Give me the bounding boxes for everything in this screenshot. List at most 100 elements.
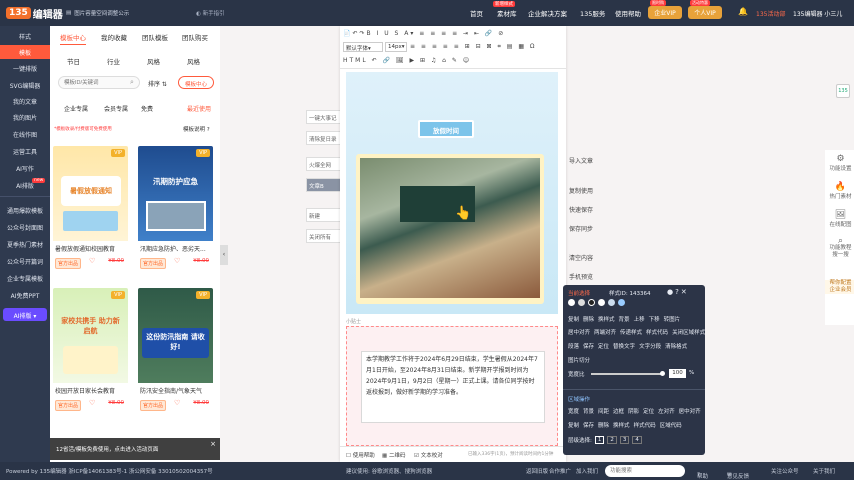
nav-home[interactable]: 首页 (470, 8, 483, 18)
level-2[interactable]: 2 (607, 436, 617, 444)
change-style-action[interactable]: 换样式 (598, 315, 615, 323)
sidebar-item-images[interactable]: 我的图片 (0, 113, 50, 122)
level-3[interactable]: 3 (619, 436, 630, 444)
template-card[interactable]: 这份防汛指南 请收好! VIP 防汛安全指南/气象天气 官方出品 ♡ ¥8.00 (138, 288, 213, 413)
to-image-action[interactable]: 转图片 (664, 315, 681, 323)
sidebar-item-svg[interactable]: SVG编辑器 (0, 81, 50, 90)
nav-materials[interactable]: 素材库 (497, 8, 517, 18)
slider-handle[interactable] (660, 371, 665, 376)
nav-services[interactable]: 135服务 (580, 8, 605, 18)
user-name[interactable]: 135编辑器 小三儿 (793, 9, 842, 18)
move-down-action[interactable]: 下移 (649, 315, 660, 323)
area-copy-action[interactable]: 复制 (568, 421, 579, 429)
area-change-style-action[interactable]: 换样式 (613, 421, 630, 429)
center-align-action[interactable]: 居中对齐 (568, 328, 590, 336)
filter-industry[interactable]: 行业 (107, 56, 120, 66)
template-content-top[interactable]: 放假时间 👆 (346, 72, 558, 314)
sort-button[interactable]: 排序 ⇅ (148, 79, 167, 88)
sidebar-item-hot[interactable]: 通用爆款模板 (0, 206, 50, 215)
area-center-align-action[interactable]: 居中对齐 (679, 407, 701, 415)
app-mini-logo[interactable]: 135 (836, 84, 850, 98)
quick-save-button[interactable]: 快速保存 (566, 201, 610, 217)
area-position-action[interactable]: 定位 (643, 407, 654, 415)
enterprise-vip-button[interactable]: 企业VIP (648, 6, 682, 19)
text-section[interactable]: 本学期教学工作将于2024年6月29日结束，学生暑假从2024年7月1日开始，至… (346, 326, 558, 446)
swatch[interactable] (608, 299, 615, 306)
template-search-input[interactable] (58, 76, 140, 89)
import-article-button[interactable]: 导入文章 (566, 152, 610, 168)
copy-action[interactable]: 复制 (568, 315, 579, 323)
filter-style[interactable]: 风格 (147, 56, 160, 66)
area-left-align-action[interactable]: 左对齐 (658, 407, 675, 415)
save-action[interactable]: 保存 (583, 342, 594, 350)
area-save-action[interactable]: 保存 (583, 421, 594, 429)
tab-template-center[interactable]: 模板中心 (60, 32, 86, 45)
move-up-action[interactable]: 上移 (634, 315, 645, 323)
sidebar-item-ppt[interactable]: AI免费PPT (0, 291, 50, 300)
position-action[interactable]: 定位 (598, 342, 609, 350)
template-card[interactable]: 家校共携手 助力新启航 VIP 校园开放日家长会教育 官方出品 ♡ ¥8.00 (53, 288, 128, 413)
area-shadow-action[interactable]: 阴影 (628, 407, 639, 415)
paragraph-action[interactable]: 段落 (568, 342, 579, 350)
wechat-link[interactable]: 关注公众号 (771, 467, 799, 475)
tutorial-tool[interactable]: ⌕ 功能教程 搜一搜 (825, 237, 854, 259)
image-split-action[interactable]: 图片切分 (568, 356, 590, 364)
sidebar-item-templates[interactable]: 模板 (0, 45, 50, 59)
personal-vip-button[interactable]: 个人VIP (688, 6, 722, 19)
search-icon[interactable]: ⌕ (130, 78, 134, 87)
mobile-preview-button[interactable]: 手机预览 (566, 268, 610, 284)
pass-style-action[interactable]: 传递样式 (620, 328, 642, 336)
area-spacing-action[interactable]: 间距 (598, 407, 609, 415)
heart-icon[interactable]: ♡ (174, 399, 180, 407)
width-input[interactable]: 100 (669, 369, 686, 378)
format-toolbar-row-1[interactable]: 📄↶↷B I U S A▾ ≡ ≡ ≡ ≡ ⇥ ⇤ 🔗 ⊘ (343, 30, 505, 37)
close-area-style-action[interactable]: 关闭区域样式 (672, 328, 705, 336)
sidebar-item-summer[interactable]: 夏季热门素材 (0, 240, 50, 249)
subtab-recent[interactable]: 最近使用 (187, 104, 211, 113)
template-card[interactable]: 汛期防护应急 VIP 汛期应急防护、恶劣天... 官方出品 ♡ ¥8.00 (138, 146, 213, 271)
sidebar-item-ai-write[interactable]: AI写作 (0, 164, 50, 173)
level-1[interactable]: 1 (594, 436, 605, 444)
area-style-code-action[interactable]: 样式代码 (634, 421, 656, 429)
delete-action[interactable]: 删除 (583, 315, 594, 323)
sidebar-item-articles[interactable]: 我的文章 (0, 97, 50, 106)
subtab-free[interactable]: 免费 (141, 104, 153, 113)
nav-help[interactable]: 使用帮助 (615, 8, 641, 18)
style-code-action[interactable]: 样式代码 (646, 328, 668, 336)
back-old-version[interactable]: 返回旧版 (526, 467, 548, 475)
swatch[interactable] (618, 299, 625, 306)
feature-search-input[interactable] (605, 465, 685, 477)
help-link[interactable]: ☐ 使用帮助 (346, 451, 375, 459)
qrcode-link[interactable]: ▦ 二维码 (382, 451, 405, 459)
save-sync-button[interactable]: 保存同步 (566, 220, 610, 236)
swatch[interactable] (578, 299, 585, 306)
swatch[interactable] (588, 299, 595, 306)
tab-favorites[interactable]: 我的收藏 (101, 32, 127, 42)
enterprise-member-tool[interactable]: 帮你配置 企业会员 (825, 280, 854, 294)
swatch[interactable] (568, 299, 575, 306)
close-icon[interactable]: × (210, 440, 216, 448)
split-text-action[interactable]: 文字分段 (639, 342, 661, 350)
ai-layout-button[interactable]: AI排版 ▾ (3, 308, 47, 321)
template-center-button[interactable]: 模板中心 (178, 76, 214, 89)
sidebar-item-onekey[interactable]: 一键排版 (0, 64, 50, 73)
sidebar-item-styles[interactable]: 样式 (0, 32, 50, 41)
about-link[interactable]: 关于我们 (813, 467, 835, 475)
template-guide[interactable]: 模板说明 ? (183, 125, 210, 133)
filter-festival[interactable]: 节日 (67, 56, 80, 66)
format-toolbar-row-2[interactable]: ≡ ≡ ≡ ≡ ≡ ⊞ ⊟ ⊠ ⌗ ▤ ▦ Ω (410, 43, 537, 51)
heart-icon[interactable]: ♡ (89, 257, 95, 265)
area-width-action[interactable]: 宽度 (568, 407, 579, 415)
partner-link[interactable]: 合作推广 (549, 467, 571, 475)
color-swatches[interactable] (568, 299, 625, 306)
settings-tool[interactable]: ⚙ 功能设置 (825, 154, 854, 172)
clear-format-action[interactable]: 清除格式 (665, 342, 687, 350)
format-toolbar-row-3[interactable]: HTML ↶ 🔗 🖼 ▶ ⊞ ♫ ⌂ ✎ ☺ (343, 57, 471, 64)
nav-enterprise[interactable]: 企业解决方案 (528, 8, 567, 18)
copy-use-button[interactable]: 复制使用 (566, 182, 610, 198)
collapse-panel-handle[interactable]: ‹ (220, 245, 228, 265)
sidebar-item-cover[interactable]: 公众号封面图 (0, 223, 50, 232)
user-prefix[interactable]: 135活动部 (756, 9, 785, 18)
template-card[interactable]: 暑假放假通知 VIP 暑假放假通知校园教育 官方出品 ♡ ¥8.00 (53, 146, 128, 271)
sidebar-item-opening[interactable]: 公众号开篇词 (0, 257, 50, 266)
